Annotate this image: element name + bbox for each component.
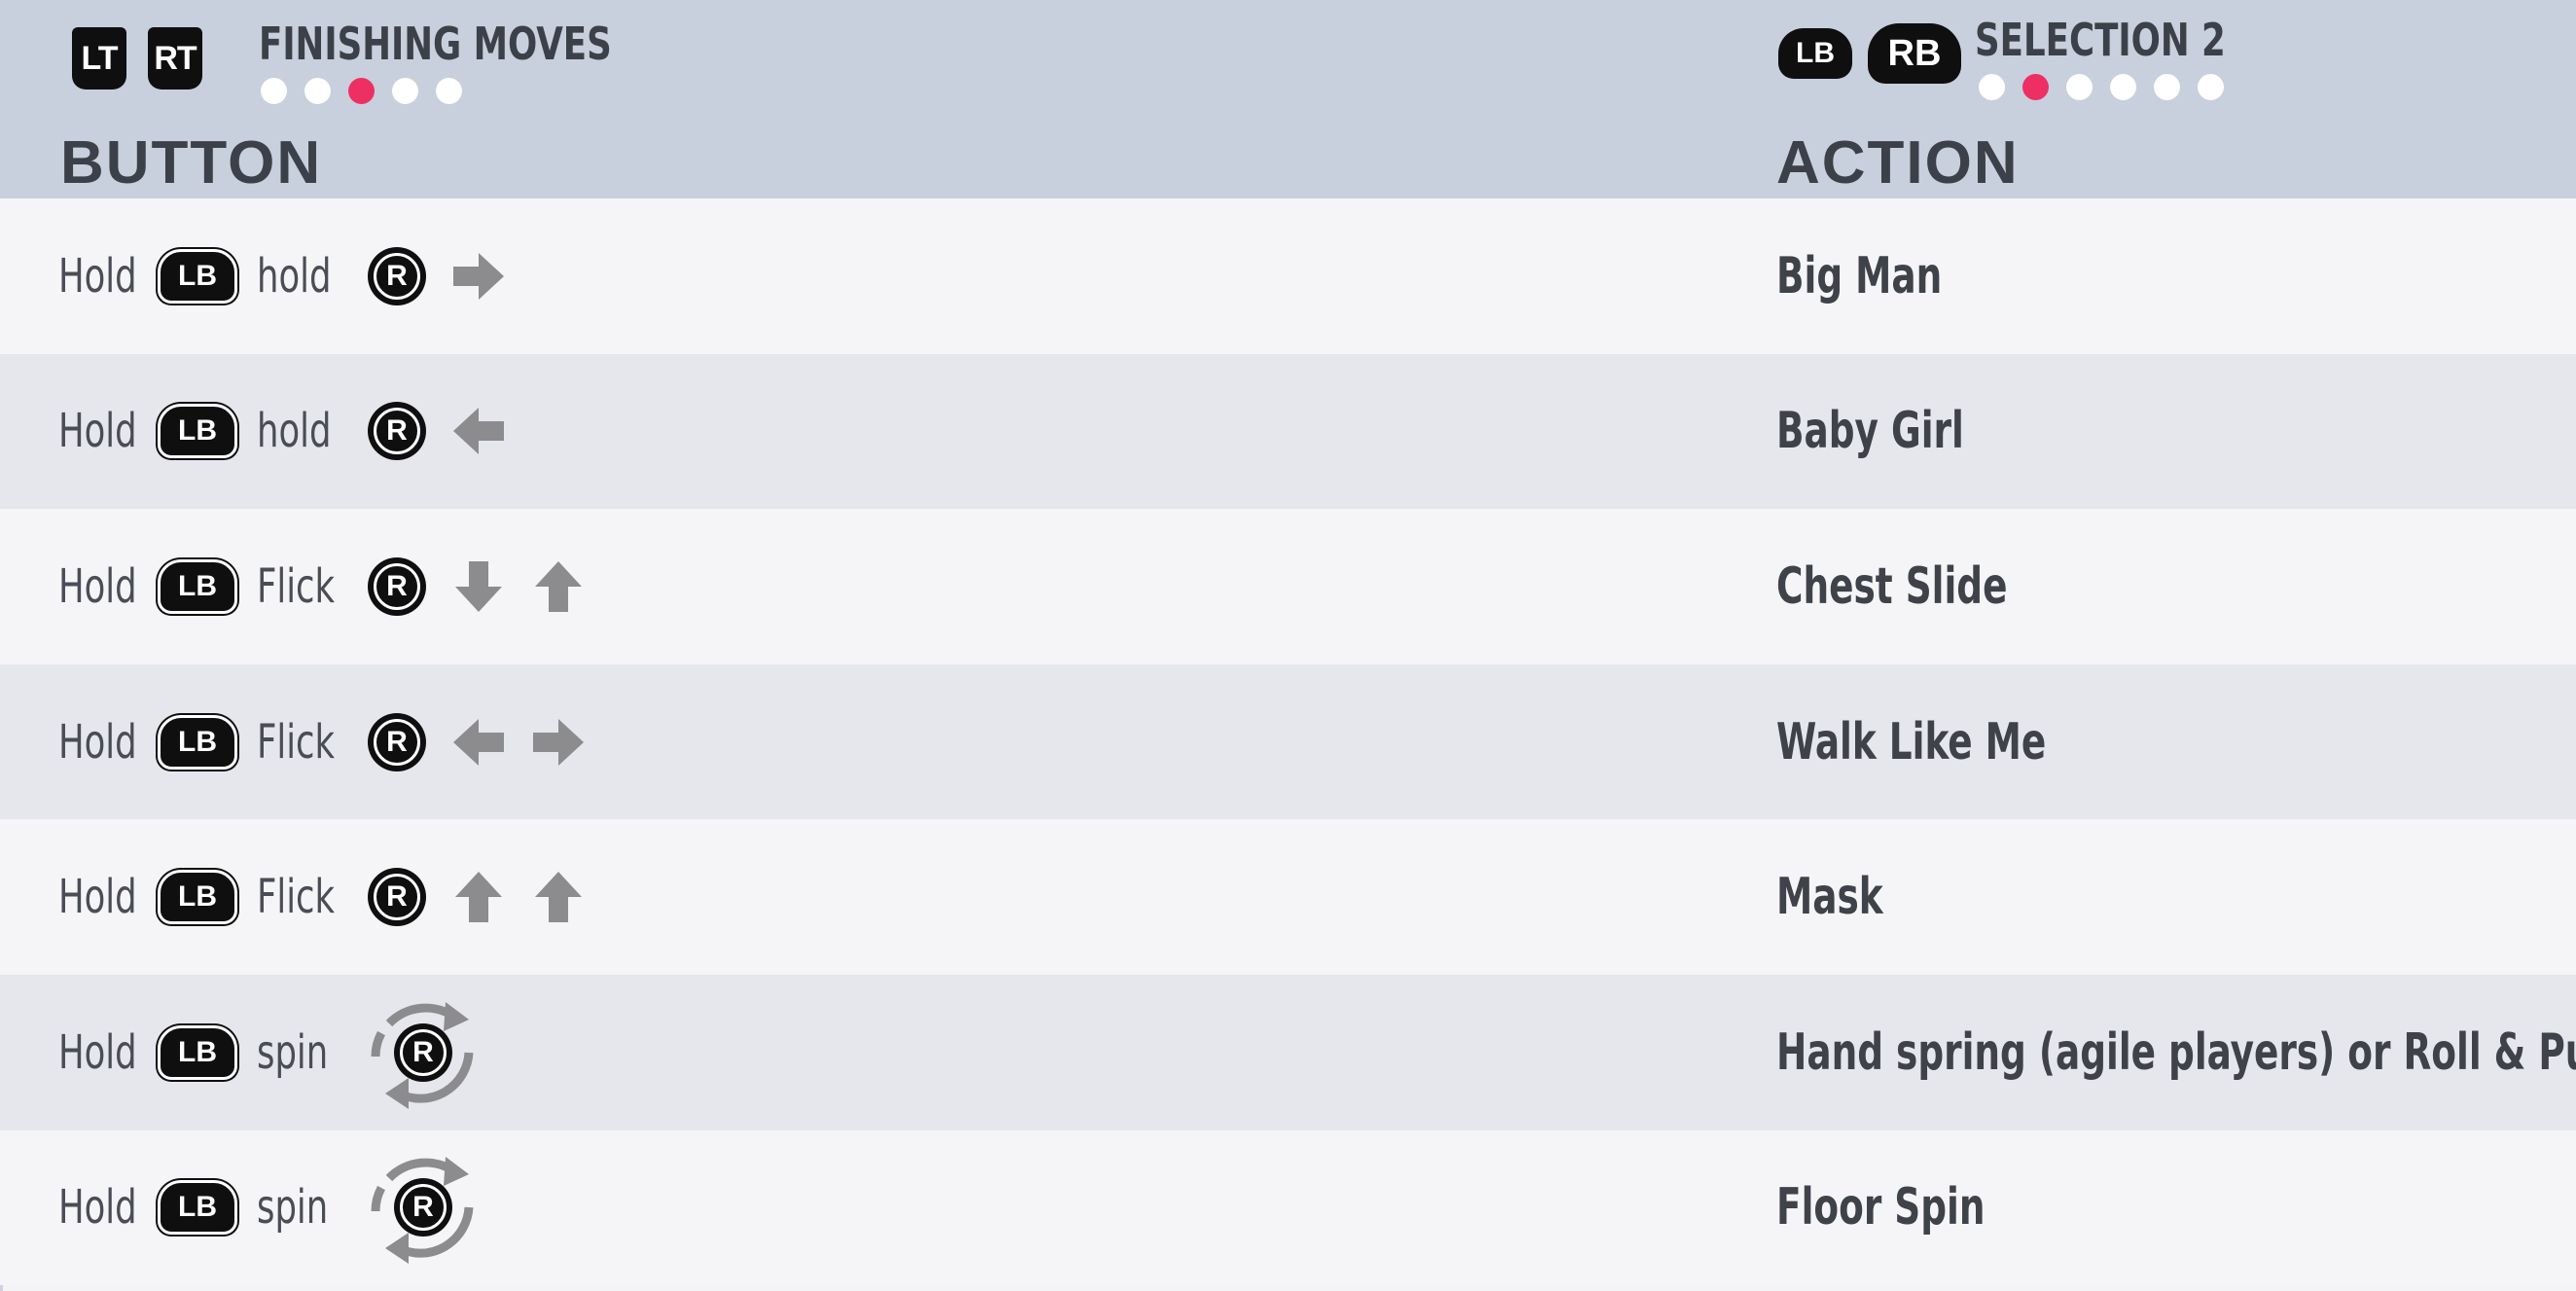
right-stick-letter: R [386, 725, 408, 758]
right-stick-icon: R [368, 246, 426, 305]
hold-label: Hold [58, 714, 137, 770]
selection-bumper-group: LB RB [1778, 23, 1961, 84]
arrow-left-icon [449, 404, 508, 458]
hold-label: Hold [58, 870, 137, 925]
action-label: Baby Girl [1776, 402, 1964, 461]
page-dot[interactable] [304, 78, 331, 104]
right-stick-icon: R [394, 1178, 452, 1237]
right-stick-letter: R [386, 414, 408, 448]
hold-label: Hold [58, 1024, 137, 1080]
gesture-label: spin [257, 1180, 329, 1236]
gesture-label: spin [257, 1024, 329, 1080]
rt-trigger-icon[interactable]: RT [148, 27, 202, 90]
button-combo: Hold LB Flick R [58, 509, 609, 664]
action-label: Hand spring (agile players) or Roll & Pu… [1776, 1022, 2576, 1082]
selection-page-dots [1979, 74, 2224, 100]
action-label: Mask [1776, 868, 1883, 927]
category-page-dots [261, 78, 462, 104]
lb-button-icon: LB [158, 248, 237, 304]
right-stick-icon: R [394, 1022, 452, 1082]
lb-button-icon: LB [158, 714, 237, 770]
column-header-button: BUTTON [60, 129, 323, 197]
page-dot[interactable] [2154, 74, 2180, 100]
page-dot[interactable] [1979, 74, 2005, 100]
button-combo: Hold LB spin R [58, 1130, 486, 1286]
selection-title: SELECTION 2 [1975, 14, 2226, 66]
page-dot[interactable] [2110, 74, 2136, 100]
hold-label: Hold [58, 1180, 137, 1236]
page-dot[interactable] [392, 78, 418, 104]
button-combo: Hold LB hold R [58, 354, 529, 510]
hold-label: Hold [58, 404, 137, 459]
lt-trigger-icon[interactable]: LT [72, 27, 126, 90]
page-dot-active[interactable] [2022, 74, 2049, 100]
right-stick-letter: R [386, 259, 408, 292]
action-label: Chest Slide [1776, 556, 2008, 616]
right-stick-letter: R [386, 569, 408, 602]
right-stick-letter: R [412, 1035, 434, 1068]
button-combo: Hold LB spin R [58, 975, 486, 1130]
controls-table: Hold LB hold R Big Man Hold LB hold R Baby Girl Ho… [0, 198, 2576, 1286]
spin-icon: R [360, 985, 486, 1121]
gesture-label: Flick [257, 870, 336, 925]
table-row[interactable]: Hold LB hold R Big Man [0, 198, 2576, 354]
table-row[interactable]: Hold LB Flick R Walk Like Me [0, 663, 2576, 820]
arrow-up-icon [529, 870, 588, 924]
right-stick-icon: R [368, 556, 426, 616]
table-row[interactable]: Hold LB spin R Floor Spin [0, 1130, 2576, 1286]
column-header-action: ACTION [1776, 129, 2020, 197]
arrow-down-icon [449, 559, 508, 614]
category-title: FINISHING MOVES [259, 18, 612, 70]
header-bar: LT RT FINISHING MOVES LB RB SELECTION 2 … [0, 0, 2576, 198]
rb-bumper-icon[interactable]: RB [1868, 23, 1961, 84]
button-combo: Hold LB hold R [58, 198, 529, 354]
hold-label: Hold [58, 558, 137, 614]
right-stick-letter: R [386, 880, 408, 914]
arrow-up-icon [529, 559, 588, 614]
table-row[interactable]: Hold LB spin R Hand spring (agile players) o… [0, 974, 2576, 1130]
lb-bumper-icon[interactable]: LB [1778, 28, 1852, 79]
page-dot-active[interactable] [348, 78, 375, 104]
lb-button-icon: LB [158, 404, 237, 459]
lb-button-icon: LB [158, 1024, 237, 1080]
button-combo: Hold LB Flick R [58, 819, 609, 975]
arrow-right-icon [449, 249, 508, 304]
lb-button-icon: LB [158, 1180, 237, 1236]
gesture-label: hold [257, 404, 332, 459]
lb-button-icon: LB [158, 870, 237, 925]
gesture-label: hold [257, 248, 332, 304]
lb-button-icon: LB [158, 558, 237, 614]
right-stick-icon: R [368, 868, 426, 927]
action-label: Floor Spin [1776, 1178, 1986, 1237]
right-stick-icon: R [368, 402, 426, 461]
button-combo: Hold LB Flick R [58, 664, 609, 820]
arrow-up-icon [449, 870, 508, 924]
action-label: Walk Like Me [1776, 712, 2047, 771]
page-dot[interactable] [2066, 74, 2093, 100]
spin-icon: R [360, 1139, 486, 1275]
arrow-left-icon [449, 715, 508, 770]
action-label: Big Man [1776, 246, 1943, 305]
category-trigger-group: LT RT [72, 27, 202, 90]
table-row[interactable]: Hold LB hold R Baby Girl [0, 353, 2576, 510]
table-row[interactable]: Hold LB Flick R Chest Slide [0, 509, 2576, 664]
arrow-right-icon [529, 715, 588, 770]
table-row[interactable]: Hold LB Flick R Mask [0, 819, 2576, 975]
gesture-label: Flick [257, 714, 336, 770]
page-dot[interactable] [261, 78, 287, 104]
right-stick-letter: R [412, 1191, 434, 1224]
right-stick-icon: R [368, 712, 426, 771]
controls-screen: LT RT FINISHING MOVES LB RB SELECTION 2 … [0, 0, 2576, 1291]
page-dot[interactable] [436, 78, 462, 104]
page-dot[interactable] [2198, 74, 2224, 100]
gesture-label: Flick [257, 558, 336, 614]
hold-label: Hold [58, 248, 137, 304]
